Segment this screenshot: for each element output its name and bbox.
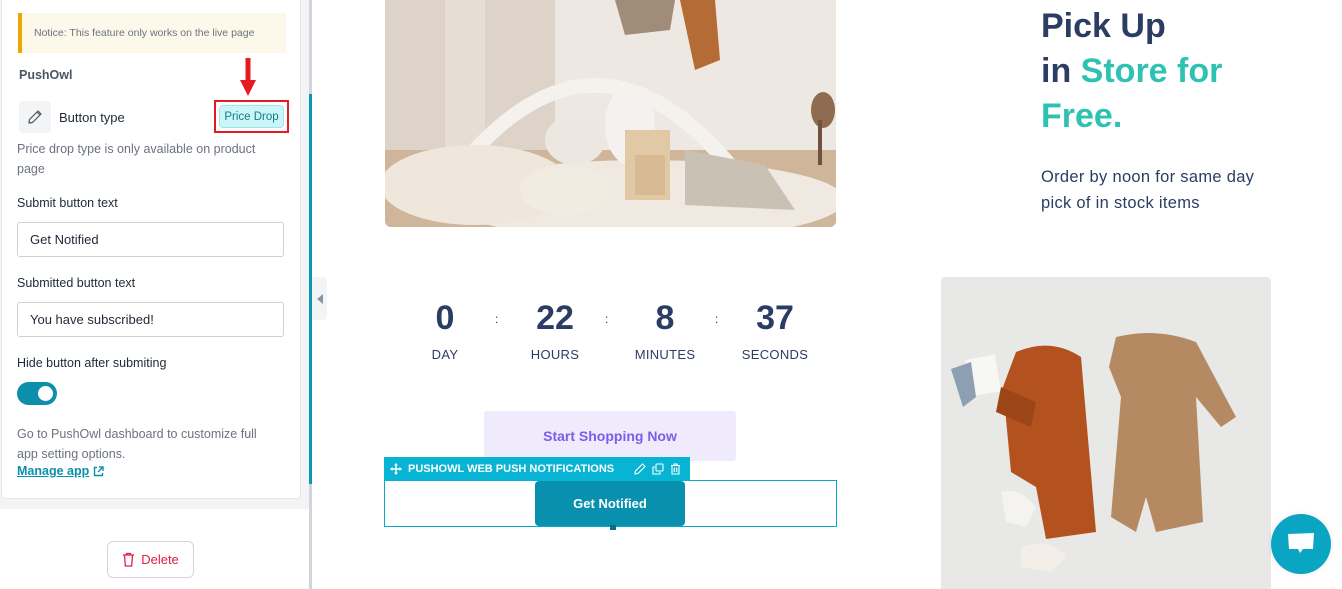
external-link-icon xyxy=(94,465,104,476)
countdown-day: 0 DAY xyxy=(390,296,500,362)
headline-accent-1: Store for xyxy=(1080,52,1223,90)
button-type-label: Button type xyxy=(59,110,125,125)
countdown-separator: : xyxy=(495,312,499,326)
headline-line-3: Free. xyxy=(1041,97,1123,135)
countdown-separator: : xyxy=(715,312,719,326)
kids-room-photo xyxy=(385,0,836,227)
button-type-help: Price drop type is only available on pro… xyxy=(17,142,256,176)
dashboard-help-text: Go to PushOwl dashboard to customize ful… xyxy=(17,427,257,461)
edit-widget-icon[interactable] xyxy=(634,463,646,475)
button-type-badge[interactable]: Price Drop xyxy=(219,105,284,128)
countdown-separator: : xyxy=(605,312,609,326)
countdown-seconds: 37 SECONDS xyxy=(720,296,830,362)
hide-button-toggle[interactable] xyxy=(17,382,57,405)
countdown-hours: 22 HOURS xyxy=(500,296,610,362)
trash-icon xyxy=(123,552,135,567)
countdown-value: 37 xyxy=(756,299,794,337)
section-title: PushOwl xyxy=(19,68,73,82)
countdown-label: HOURS xyxy=(530,347,580,362)
product-image xyxy=(941,277,1271,589)
headline-in: in xyxy=(1041,52,1072,90)
manage-app-label: Manage app xyxy=(17,464,90,478)
headline-line-1: Pick Up xyxy=(1041,7,1166,45)
red-arrow-annotation-icon xyxy=(240,58,256,96)
countdown-label: MINUTES xyxy=(634,347,696,362)
caret-left-icon xyxy=(316,293,323,304)
countdown-label: SECONDS xyxy=(741,347,809,362)
chat-button[interactable] xyxy=(1271,514,1331,574)
countdown-value: 0 xyxy=(435,299,455,337)
widget-tools xyxy=(634,463,681,475)
settings-sidebar: Notice: This feature only works on the l… xyxy=(0,0,310,589)
widget-resize-handle[interactable] xyxy=(610,525,616,530)
widget-title: PUSHOWL WEB PUSH NOTIFICATIONS xyxy=(408,463,615,475)
delete-button[interactable]: Delete xyxy=(107,541,194,578)
collapse-sidebar-button[interactable] xyxy=(312,277,327,320)
start-shopping-button[interactable]: Start Shopping Now xyxy=(484,411,736,461)
pickup-subline: Order by noon for same day pick of in st… xyxy=(1041,168,1255,212)
get-notified-button[interactable]: Get Notified xyxy=(535,481,685,526)
chat-bubble-icon xyxy=(1288,533,1314,553)
countdown-value: 22 xyxy=(536,299,574,337)
submit-text-input[interactable] xyxy=(17,222,284,257)
submitted-text-label: Submitted button text xyxy=(17,276,136,290)
pickup-headline: Pick Up in Store for Free. xyxy=(1041,4,1222,139)
countdown-timer: 0 DAY : 22 HOURS : 8 MINUTES : 37 SECOND… xyxy=(390,296,830,376)
toggle-knob xyxy=(38,386,53,401)
move-icon[interactable] xyxy=(390,463,402,475)
countdown-minutes: 8 MINUTES xyxy=(610,296,720,362)
knit-romper-photo xyxy=(941,277,1271,589)
delete-widget-icon[interactable] xyxy=(670,463,681,475)
button-type-edit-button[interactable] xyxy=(19,101,51,133)
delete-label: Delete xyxy=(141,552,179,567)
pencil-icon xyxy=(28,110,42,124)
submit-text-label: Submit button text xyxy=(17,196,118,210)
countdown-value: 8 xyxy=(655,299,675,337)
submitted-text-input[interactable] xyxy=(17,302,284,337)
live-page-notice: Notice: This feature only works on the l… xyxy=(18,13,286,53)
manage-app-link[interactable]: Manage app xyxy=(17,464,104,478)
hero-image xyxy=(385,0,836,227)
duplicate-widget-icon[interactable] xyxy=(652,463,664,475)
pushowl-widget-toolbar: PUSHOWL WEB PUSH NOTIFICATIONS xyxy=(384,457,690,481)
countdown-label: DAY xyxy=(431,347,459,362)
hide-button-label: Hide button after submiting xyxy=(17,356,167,370)
headline-line-2: in Store for xyxy=(1041,49,1222,94)
page-root: Notice: This feature only works on the l… xyxy=(0,0,1342,589)
